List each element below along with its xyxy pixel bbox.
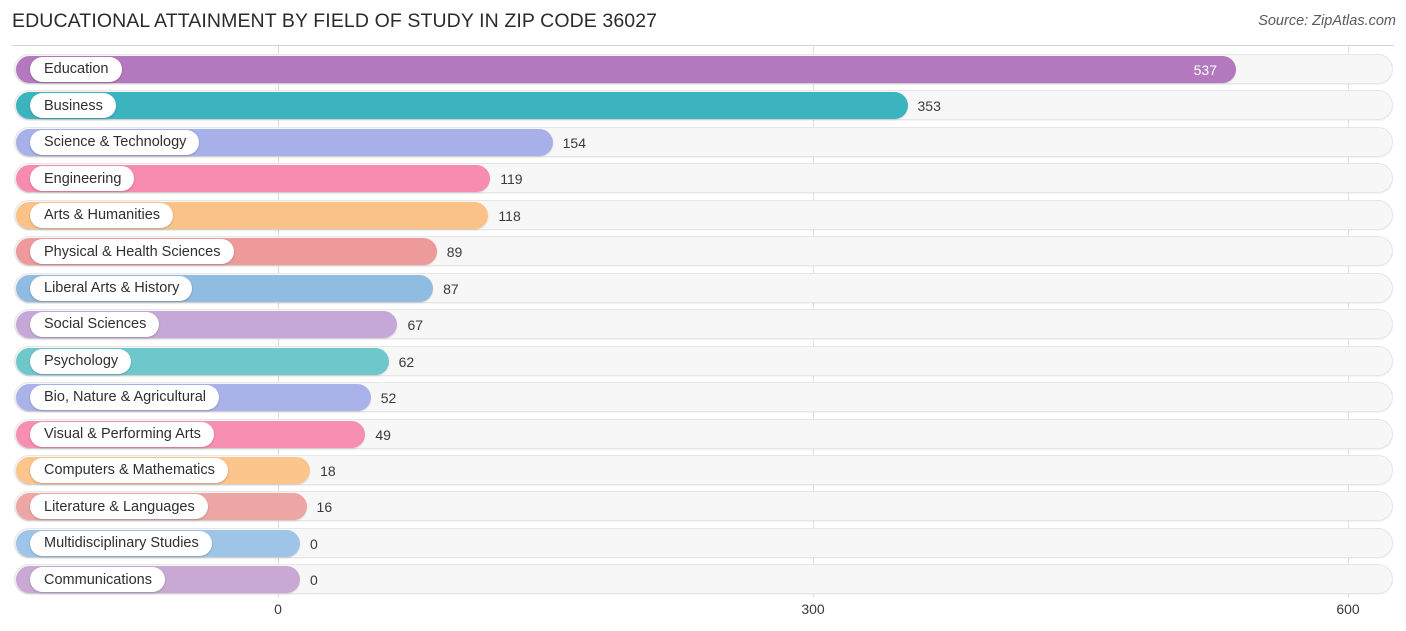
category-label-pill: Literature & Languages (30, 494, 208, 520)
bar-value-label: 0 (310, 535, 318, 552)
bar-value-label: 154 (562, 134, 586, 151)
category-label: Arts & Humanities (44, 207, 161, 224)
bar-row[interactable]: Literature & Languages 16 (0, 491, 1406, 523)
x-axis-tick: 0 (274, 601, 282, 617)
bar-value-label: 89 (446, 244, 463, 261)
category-label-pill: Physical & Health Sciences (30, 239, 234, 265)
category-label: Bio, Nature & Agricultural (44, 389, 206, 406)
bar-value-label: 0 (310, 572, 318, 589)
bar-row[interactable]: Arts & Humanities 118 (0, 199, 1406, 232)
bar-row[interactable]: Education 537 (0, 54, 1406, 86)
category-label-pill: Bio, Nature & Agricultural (30, 385, 219, 411)
category-label: Social Sciences (44, 316, 147, 333)
category-label: Education (44, 61, 109, 78)
bar-row[interactable]: Psychology 62 (0, 345, 1406, 378)
category-label: Visual & Performing Arts (44, 425, 201, 442)
category-label-pill: Education (30, 57, 122, 82)
bar-row[interactable]: Communications 0 (0, 564, 1406, 596)
category-label-pill: Visual & Performing Arts (30, 421, 214, 447)
category-label: Liberal Arts & History (44, 279, 180, 296)
bar-row[interactable]: Visual & Performing Arts 49 (0, 418, 1406, 451)
chart-root: EDUCATIONAL ATTAINMENT BY FIELD OF STUDY… (0, 0, 1406, 631)
x-axis: 0 300 600 (0, 597, 1406, 631)
category-label-pill: Multidisciplinary Studies (30, 530, 212, 556)
bar-value-label: 87 (443, 280, 459, 297)
bar-row[interactable]: Liberal Arts & History 87 (0, 272, 1406, 305)
bar-value-label: 537 (1193, 62, 1217, 78)
category-label: Literature & Languages (44, 498, 195, 515)
bar-row[interactable]: Computers & Mathematics 18 (0, 454, 1406, 487)
page-title: EDUCATIONAL ATTAINMENT BY FIELD OF STUDY… (12, 10, 658, 32)
category-label-pill: Liberal Arts & History (30, 275, 193, 301)
bar-row[interactable]: Bio, Nature & Agricultural 52 (0, 382, 1406, 414)
bar-row[interactable]: Science & Technology 154 (0, 126, 1406, 159)
category-label: Science & Technology (44, 134, 187, 151)
category-label-pill: Computers & Mathematics (30, 457, 228, 483)
x-axis-tick: 600 (1336, 601, 1360, 617)
bar-row[interactable]: Physical & Health Sciences 89 (0, 236, 1406, 268)
bar-value-label: 62 (398, 353, 415, 370)
category-label-pill: Communications (30, 567, 165, 593)
category-label-pill: Engineering (30, 166, 135, 192)
bar-value-label: 118 (498, 207, 521, 224)
bar-value-label: 52 (380, 390, 397, 407)
category-label: Psychology (44, 352, 119, 369)
bar-value-label: 16 (316, 499, 333, 516)
bar-value-label: 353 (917, 98, 941, 115)
category-label: Engineering (44, 170, 122, 187)
bar-row[interactable]: Business 353 (0, 90, 1406, 122)
category-label: Business (44, 97, 103, 114)
category-label: Computers & Mathematics (44, 462, 215, 479)
bar-value-label: 18 (320, 462, 336, 479)
bar-row[interactable]: Multidisciplinary Studies 0 (0, 527, 1406, 560)
bar-fill[interactable] (16, 56, 1236, 83)
category-label-pill: Arts & Humanities (30, 202, 174, 228)
bar-value-label: 119 (500, 171, 523, 188)
bar-value-label: 67 (407, 317, 424, 334)
x-axis-tick: 300 (801, 601, 825, 617)
bar-row[interactable]: Engineering 119 (0, 163, 1406, 195)
category-label-pill: Social Sciences (30, 312, 160, 338)
category-label-pill: Psychology (30, 348, 132, 374)
category-label: Physical & Health Sciences (44, 243, 221, 260)
bar-value-label: 49 (375, 426, 391, 443)
category-label: Multidisciplinary Studies (44, 535, 199, 552)
source-attribution: Source: ZipAtlas.com (1258, 13, 1396, 29)
bar-row[interactable]: Social Sciences 67 (0, 309, 1406, 341)
category-label-pill: Science & Technology (30, 129, 200, 155)
plot-area: Education 537 Business 353 Science & Technol… (0, 46, 1406, 597)
bar-fill[interactable] (16, 92, 908, 120)
category-label-pill: Business (30, 93, 116, 119)
category-label: Communications (44, 571, 152, 588)
